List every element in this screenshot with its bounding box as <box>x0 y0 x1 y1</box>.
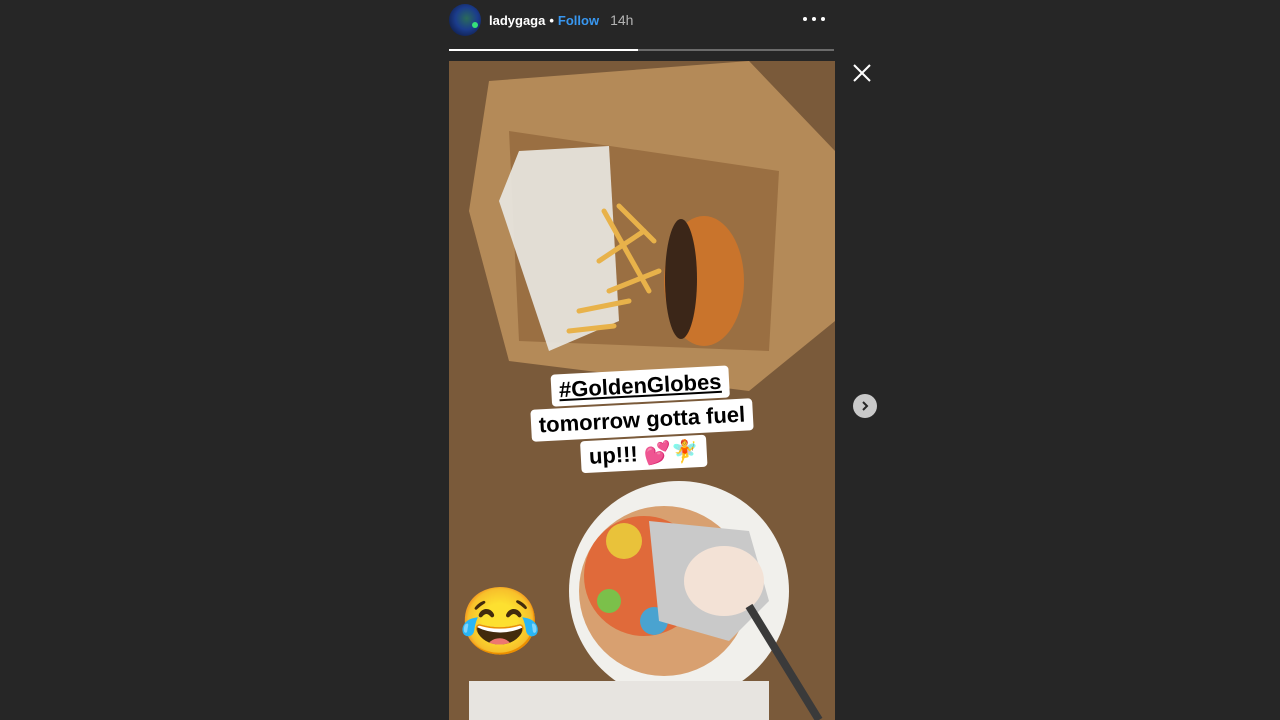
story-media[interactable]: #GoldenGlobes tomorrow gotta fuel up!!! … <box>449 61 835 720</box>
story-header: ladygaga • Follow 14h <box>449 0 835 40</box>
timestamp: 14h <box>610 12 634 28</box>
close-icon[interactable] <box>852 63 872 83</box>
separator-dot: • <box>549 12 554 28</box>
follow-button[interactable]: Follow <box>558 13 599 28</box>
more-options-icon[interactable] <box>803 9 825 29</box>
laughing-emoji-sticker: 😂 <box>459 584 542 658</box>
avatar[interactable] <box>449 4 481 36</box>
next-story-button[interactable] <box>853 394 877 418</box>
story-viewer: ladygaga • Follow 14h #GoldenGlobes tomo… <box>449 0 835 720</box>
chevron-right-icon <box>862 401 869 411</box>
story-progress-fill <box>449 49 638 51</box>
username[interactable]: ladygaga <box>489 13 545 28</box>
caption-line-3: up!!! 💕🧚 <box>580 434 708 474</box>
story-progress-bar <box>449 49 834 51</box>
story-caption: #GoldenGlobes tomorrow gotta fuel up!!! … <box>449 359 835 481</box>
